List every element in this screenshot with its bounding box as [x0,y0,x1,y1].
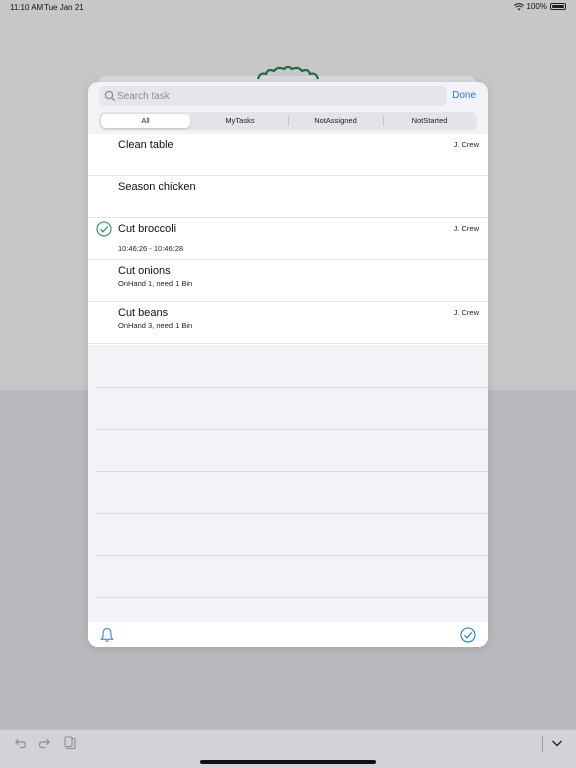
battery-percentage: 100% [526,2,547,11]
status-time: 11:10 AM [10,3,44,12]
row-divider [88,343,488,344]
task-title: Cut beans [118,307,169,319]
task-title: Cut broccoli [118,223,177,235]
chevron-down-icon[interactable] [550,736,564,750]
done-button[interactable]: Done [452,90,476,101]
empty-row-divider [96,429,488,430]
modal-footer [88,622,488,647]
empty-row-divider [96,555,488,556]
redo-icon[interactable] [38,736,52,750]
task-row-cut-beans[interactable]: Cut beans OnHand 3, need 1 Bin J. Crew [88,302,488,344]
undo-icon[interactable] [13,736,27,750]
search-icon [104,90,116,102]
task-row-cut-broccoli[interactable]: Cut broccoli 10:46:26 - 10:46:28 J. Crew [88,218,488,260]
task-row-clean-table[interactable]: Clean table J. Crew [88,134,488,176]
status-bar: 11:10 AM Tue Jan 21 100% [0,0,576,14]
battery-icon [550,3,566,10]
task-list-modal: Done All MyTasks NotAssigned NotStarted … [88,82,488,647]
logo-icon [256,66,320,80]
empty-row-divider [96,387,488,388]
search-bar[interactable] [99,86,447,106]
task-subtitle: OnHand 1, need 1 Bin [118,279,193,288]
search-input[interactable] [117,86,437,106]
filter-segmented-control: All MyTasks NotAssigned NotStarted [99,112,477,130]
clipboard-icon[interactable] [63,736,77,750]
task-row-season-chicken[interactable]: Season chicken [88,176,488,218]
task-time-range: 10:46:26 - 10:46:28 [118,244,184,253]
tab-notstarted[interactable]: NotStarted [384,114,475,128]
status-indicators: 100% [513,2,566,11]
empty-row-divider [96,597,488,598]
checkmark-circle-icon[interactable] [460,627,476,643]
task-row-cut-onions[interactable]: Cut onions OnHand 1, need 1 Bin [88,260,488,302]
tab-mytasks[interactable]: MyTasks [194,114,286,128]
tab-all[interactable]: All [101,114,190,128]
tab-notassigned[interactable]: NotAssigned [289,114,382,128]
task-assignee: J. Crew [453,308,479,317]
task-assignee: J. Crew [453,224,479,233]
task-assignee: J. Crew [453,140,479,149]
home-indicator[interactable] [200,760,376,764]
task-title: Clean table [118,139,174,151]
task-list: Clean table J. Crew Season chicken Cut b… [88,134,488,345]
bell-icon[interactable] [100,627,114,643]
empty-row-divider [96,471,488,472]
task-title: Cut onions [118,265,171,277]
completed-check-icon[interactable] [96,221,112,237]
empty-row-divider [96,513,488,514]
toolbar-divider [542,736,543,752]
task-title: Season chicken [118,181,196,193]
task-subtitle: OnHand 3, need 1 Bin [118,321,193,330]
wifi-icon [513,2,524,10]
status-date: Tue Jan 21 [44,3,84,12]
